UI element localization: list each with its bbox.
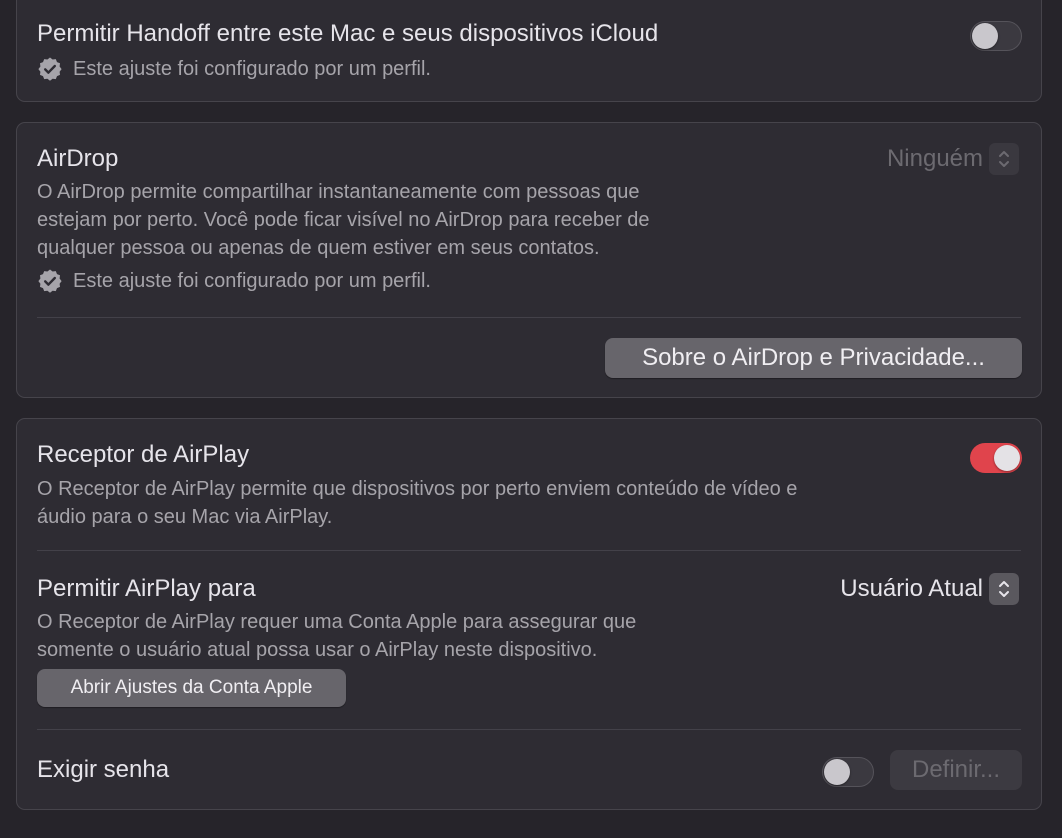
airdrop-select-value: Ninguém bbox=[886, 145, 983, 172]
divider bbox=[37, 729, 1021, 730]
handoff-section: Permitir Handoff entre este Mac e seus d… bbox=[16, 0, 1042, 102]
airdrop-description-line-3: qualquer pessoa ou apenas de quem estive… bbox=[37, 237, 600, 259]
profile-note-text: Este ajuste foi configurado por um perfi… bbox=[73, 58, 431, 80]
allow-airplay-select[interactable]: Usuário Atual bbox=[840, 573, 1019, 605]
allow-airplay-description-line-2: somente o usuário atual possa usar o Air… bbox=[37, 639, 598, 661]
handoff-toggle[interactable] bbox=[970, 21, 1022, 51]
handoff-title: Permitir Handoff entre este Mac e seus d… bbox=[37, 20, 659, 47]
chevron-up-down-icon bbox=[989, 143, 1019, 175]
toggle-knob bbox=[824, 759, 850, 785]
divider bbox=[37, 550, 1021, 551]
airdrop-privacy-button[interactable]: Sobre o AirDrop e Privacidade... bbox=[605, 338, 1022, 378]
airdrop-description-line-2: estejam por perto. Você pode ficar visív… bbox=[37, 209, 650, 231]
divider bbox=[37, 317, 1021, 318]
airdrop-description-line-1: O AirDrop permite compartilhar instantan… bbox=[37, 181, 640, 203]
define-password-button[interactable]: Definir... bbox=[890, 750, 1022, 790]
chevron-up-down-icon bbox=[989, 573, 1019, 605]
require-password-toggle[interactable] bbox=[822, 757, 874, 787]
allow-airplay-description-line-1: O Receptor de AirPlay requer uma Conta A… bbox=[37, 611, 637, 633]
airdrop-visibility-select[interactable]: Ninguém bbox=[887, 143, 1019, 175]
airdrop-section: AirDrop Ninguém O AirDrop permite compar… bbox=[16, 122, 1042, 398]
checkmark-seal-icon bbox=[38, 269, 62, 293]
airdrop-title: AirDrop bbox=[37, 145, 119, 172]
toggle-knob bbox=[994, 445, 1020, 471]
airplay-receiver-title: Receptor de AirPlay bbox=[37, 441, 250, 468]
toggle-knob bbox=[972, 23, 998, 49]
airplay-receiver-description-line-1: O Receptor de AirPlay permite que dispos… bbox=[37, 478, 798, 500]
checkmark-seal-icon bbox=[38, 57, 62, 81]
airplay-section: Receptor de AirPlay O Receptor de AirPla… bbox=[16, 418, 1042, 810]
airplay-receiver-description-line-2: áudio para o seu Mac via AirPlay. bbox=[37, 506, 333, 528]
allow-airplay-title: Permitir AirPlay para bbox=[37, 575, 256, 602]
allow-airplay-select-value: Usuário Atual bbox=[840, 575, 983, 602]
profile-note-text: Este ajuste foi configurado por um perfi… bbox=[73, 270, 431, 292]
require-password-title: Exigir senha bbox=[37, 756, 170, 783]
airdrop-profile-note: Este ajuste foi configurado por um perfi… bbox=[37, 267, 431, 295]
airplay-receiver-toggle[interactable] bbox=[970, 443, 1022, 473]
open-apple-account-settings-button[interactable]: Abrir Ajustes da Conta Apple bbox=[37, 669, 346, 707]
handoff-profile-note: Este ajuste foi configurado por um perfi… bbox=[37, 55, 431, 83]
